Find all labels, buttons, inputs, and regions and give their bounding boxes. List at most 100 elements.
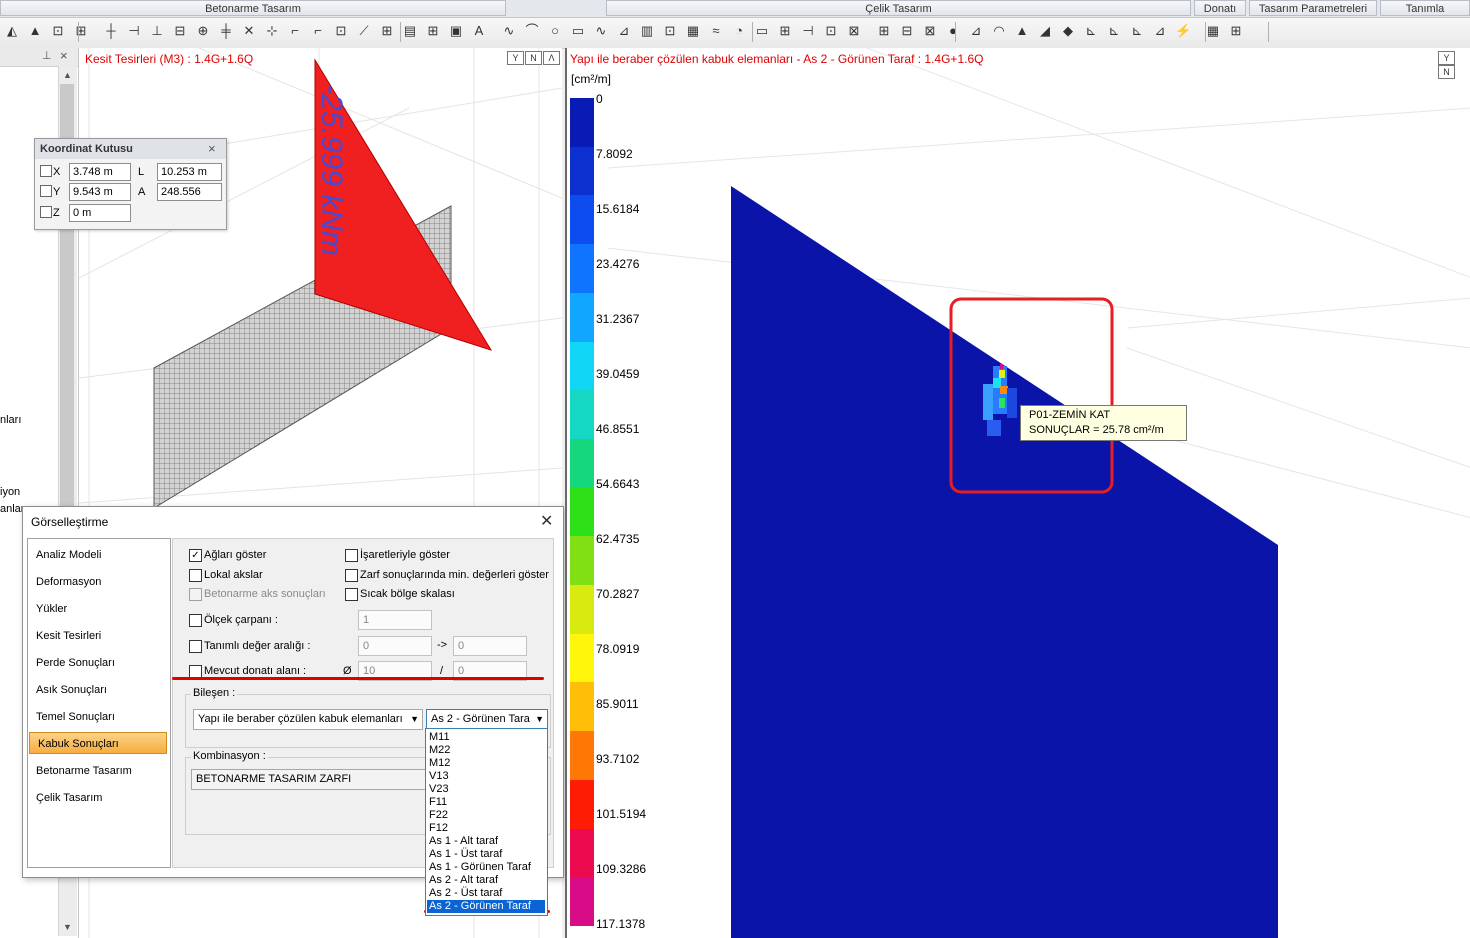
toolbar-tool-icon[interactable]: ◔ (731, 23, 747, 39)
component-type-select[interactable]: As 2 - Görünen Tara ▼ (426, 709, 548, 730)
dropdown-item[interactable]: F12 (427, 822, 545, 835)
dropdown-item-selected[interactable]: As 2 - Görünen Taraf (427, 900, 545, 913)
nav-kabuk-sonuclari[interactable]: Kabuk Sonuçları (29, 732, 167, 754)
toolbar-tool-icon[interactable]: ▤ (402, 23, 418, 39)
x-field[interactable]: 3.748 m (69, 163, 131, 181)
range-from-input[interactable]: 0 (358, 636, 432, 656)
nav-betonarme-tasarim[interactable]: Betonarme Tasarım (28, 760, 166, 782)
combination-select[interactable]: BETONARME TASARIM ZARFI (191, 769, 433, 790)
toolbar-tool-icon[interactable]: ⊞ (379, 23, 395, 39)
z-field[interactable]: 0 m (69, 204, 131, 222)
range-to-input[interactable]: 0 (453, 636, 527, 656)
show-mesh-checkbox[interactable]: ✓ (189, 549, 202, 562)
toolbar-tool-icon[interactable]: ▲ (1014, 23, 1030, 39)
dropdown-item[interactable]: V13 (427, 770, 545, 783)
toolbar-tool-icon[interactable]: ⊿ (616, 23, 632, 39)
toolbar-tool-icon[interactable]: ⊡ (333, 23, 349, 39)
dropdown-item[interactable]: M22 (427, 744, 545, 757)
hot-zone-scale-checkbox[interactable] (345, 588, 358, 601)
toolbar-tool-icon[interactable]: ⊿ (968, 23, 984, 39)
dropdown-item[interactable]: As 1 - Görünen Taraf (427, 861, 545, 874)
toolbar-tool-icon[interactable]: ▲ (27, 23, 43, 39)
local-axes-checkbox[interactable] (189, 569, 202, 582)
toolbar-tool-icon[interactable]: ⊞ (425, 23, 441, 39)
y-field[interactable]: 9.543 m (69, 183, 131, 201)
toolbar-tool-icon[interactable]: ◆ (1060, 23, 1076, 39)
z-checkbox[interactable] (40, 206, 52, 218)
toolbar-tool-icon[interactable]: ◠ (991, 23, 1007, 39)
view-up-button[interactable]: Λ (543, 51, 560, 65)
toolbar-tool-icon[interactable]: ⊹ (264, 23, 280, 39)
toolbar-tool-icon[interactable]: ⊞ (1228, 23, 1244, 39)
right-viewport[interactable]: Yapı ile beraber çözülen kabuk elemanlar… (565, 48, 1470, 938)
toolbar-tool-icon[interactable]: ⊟ (172, 23, 188, 39)
toolbar-tool-icon[interactable]: ⊾ (1083, 23, 1099, 39)
toolbar-tool-icon[interactable]: ≈ (708, 23, 724, 39)
dropdown-item[interactable]: As 2 - Alt taraf (427, 874, 545, 887)
a-field[interactable]: 248.556 (157, 183, 222, 201)
nav-perde-sonuclari[interactable]: Perde Sonuçları (28, 652, 166, 674)
nav-asik-sonuclari[interactable]: Asık Sonuçları (28, 679, 166, 701)
toolbar-tool-icon[interactable]: ⊠ (846, 23, 862, 39)
toolbar-tool-icon[interactable]: ● (945, 23, 961, 39)
toolbar-tool-icon[interactable]: ⊾ (1106, 23, 1122, 39)
toolbar-tool-icon[interactable]: ⊾ (1129, 23, 1145, 39)
nav-celik-tasarim[interactable]: Çelik Tasarım (28, 787, 166, 809)
pin-icon[interactable]: ⊥ (42, 49, 52, 62)
nav-temel-sonuclari[interactable]: Temel Sonuçları (28, 706, 166, 728)
toolbar-tool-icon[interactable]: ⚡ (1175, 23, 1191, 39)
toolbar-tool-icon[interactable]: ⊡ (50, 23, 66, 39)
toolbar-tool-icon[interactable]: ▦ (1205, 23, 1221, 39)
dropdown-item[interactable]: As 2 - Üst taraf (427, 887, 545, 900)
close-icon[interactable]: ✕ (540, 511, 553, 531)
view-y-button[interactable]: Y (1438, 51, 1455, 65)
toolbar-tool-icon[interactable]: ✕ (241, 23, 257, 39)
toolbar-tool-icon[interactable]: ⊞ (73, 23, 89, 39)
dropdown-item[interactable]: F22 (427, 809, 545, 822)
toolbar-tool-icon[interactable]: ⊡ (823, 23, 839, 39)
toolbar-tool-icon[interactable]: ▭ (754, 23, 770, 39)
dropdown-item[interactable]: As 1 - Alt taraf (427, 835, 545, 848)
y-checkbox[interactable] (40, 185, 52, 197)
toolbar-tool-icon[interactable]: ⌒ (524, 23, 540, 39)
scroll-up-icon[interactable]: ▲ (63, 70, 72, 80)
dropdown-item[interactable]: As 1 - Üst taraf (427, 848, 545, 861)
toolbar-tool-icon[interactable]: ⊿ (1152, 23, 1168, 39)
toolbar-tool-icon[interactable]: ⌐ (310, 23, 326, 39)
tab-donati[interactable]: Donatı (1194, 0, 1246, 16)
toolbar-tool-icon[interactable]: ▣ (448, 23, 464, 39)
scale-factor-checkbox[interactable] (189, 614, 202, 627)
toolbar-tool-icon[interactable]: ⊥ (149, 23, 165, 39)
nav-yukler[interactable]: Yükler (28, 598, 166, 620)
toolbar-tool-icon[interactable]: ▦ (685, 23, 701, 39)
toolbar-tool-icon[interactable]: ▭ (570, 23, 586, 39)
dropdown-item[interactable]: M12 (427, 757, 545, 770)
view-y-button[interactable]: Y (507, 51, 524, 65)
toolbar-tool-icon[interactable]: ⊕ (195, 23, 211, 39)
tab-tanimla[interactable]: Tanımla (1380, 0, 1470, 16)
scroll-down-icon[interactable]: ▼ (63, 922, 72, 932)
envelope-min-checkbox[interactable] (345, 569, 358, 582)
scale-factor-input[interactable]: 1 (358, 610, 432, 630)
nav-analiz-modeli[interactable]: Analiz Modeli (28, 544, 166, 566)
tab-tasarim-parametreleri[interactable]: Tasarım Parametreleri (1249, 0, 1377, 16)
view-n-button[interactable]: N (525, 51, 542, 65)
l-field[interactable]: 10.253 m (157, 163, 222, 181)
toolbar-tool-icon[interactable]: ∿ (593, 23, 609, 39)
defined-range-checkbox[interactable] (189, 640, 202, 653)
toolbar-tool-icon[interactable]: ⊞ (777, 23, 793, 39)
show-with-signs-checkbox[interactable] (345, 549, 358, 562)
toolbar-tool-icon[interactable]: ⊞ (876, 23, 892, 39)
toolbar-tool-icon[interactable]: ⊠ (922, 23, 938, 39)
dropdown-item[interactable]: F11 (427, 796, 545, 809)
nav-kesit-tesirleri[interactable]: Kesit Tesirleri (28, 625, 166, 647)
toolbar-tool-icon[interactable]: ⟋ (356, 23, 372, 39)
toolbar-tool-icon[interactable]: ▥ (639, 23, 655, 39)
nav-deformasyon[interactable]: Deformasyon (28, 571, 166, 593)
close-icon[interactable]: × (60, 48, 68, 63)
toolbar-tool-icon[interactable]: ○ (547, 23, 563, 39)
view-n-button[interactable]: N (1438, 65, 1455, 79)
component-dropdown-list[interactable]: M11 M22 M12 V13 V23 F11 F22 F12 As 1 - A… (425, 728, 548, 916)
toolbar-tool-icon[interactable]: ⊣ (126, 23, 142, 39)
dropdown-item[interactable]: V23 (427, 783, 545, 796)
